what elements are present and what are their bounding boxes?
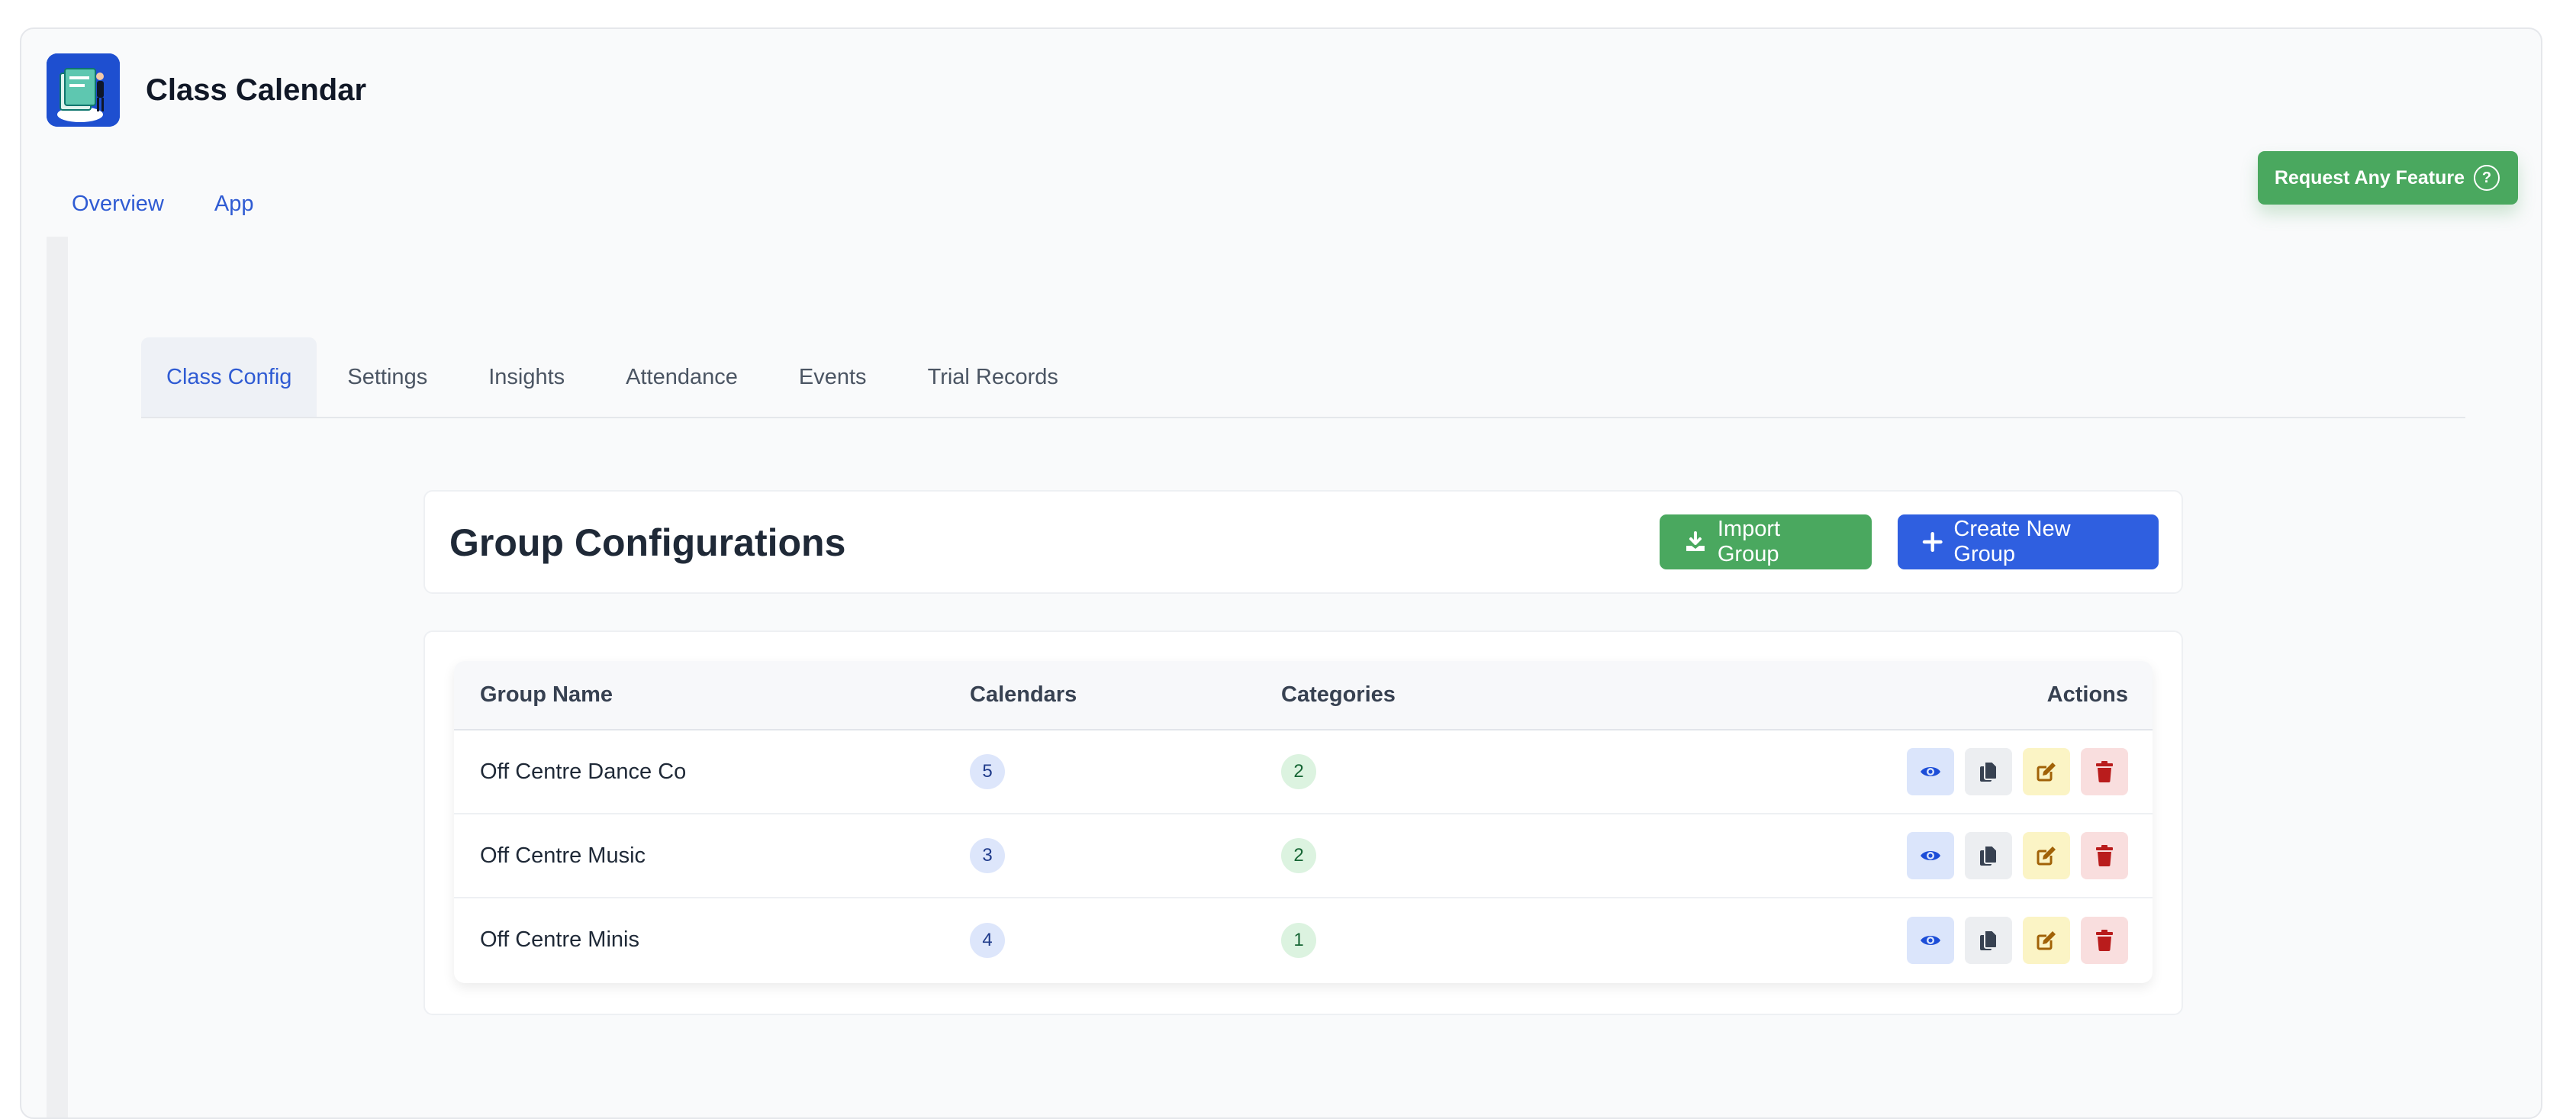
download-icon [1686,531,1705,551]
edit-icon [2037,763,2056,782]
request-feature-button[interactable]: Request Any Feature ? [2257,151,2518,205]
duplicate-button[interactable] [1965,916,2012,964]
edit-button[interactable] [2023,832,2070,879]
table-header-row: Group Name Calendars Categories Actions [454,661,2153,730]
tab-class-config[interactable]: Class Config [141,337,317,417]
group-name-cell: Off Centre Dance Co [480,759,687,784]
delete-button[interactable] [2081,916,2128,964]
app-header: Class Calendar [47,53,366,127]
edit-button[interactable] [2023,916,2070,964]
categories-count-badge: 1 [1281,922,1316,958]
calendars-count-badge: 4 [970,922,1005,958]
group-config-header: Group Configurations Import Group Create… [423,490,2183,594]
create-group-label: Create New Group [1953,517,2071,566]
header-actions: Actions [2046,682,2128,707]
table-row: Off Centre Minis 4 1 [454,898,2153,982]
eye-icon [1921,851,1940,860]
copy-icon [1980,929,1998,950]
tab-settings[interactable]: Settings [317,337,458,417]
tab-attendance[interactable]: Attendance [595,337,768,417]
row-actions [1907,748,2128,795]
trash-icon [2096,761,2113,782]
app-content: Class Config Settings Insights Attendanc… [47,237,2541,1117]
create-group-button[interactable]: Create New Group [1898,514,2159,569]
view-button[interactable] [1907,748,1954,795]
calendars-count-badge: 5 [970,754,1005,789]
groups-table-wrapper: Group Name Calendars Categories Actions … [454,661,2153,983]
view-button[interactable] [1907,832,1954,879]
table-row: Off Centre Music 3 2 [454,814,2153,898]
import-group-label: Import Group [1717,517,1781,566]
table-row: Off Centre Dance Co 5 2 [454,730,2153,814]
view-button[interactable] [1907,916,1954,964]
copy-icon [1980,761,1998,782]
trash-icon [2096,929,2113,951]
group-name-cell: Off Centre Minis [480,927,639,952]
groups-table: Group Name Calendars Categories Actions … [454,661,2153,982]
row-actions [1907,916,2128,964]
delete-button[interactable] [2081,832,2128,879]
tab-insights[interactable]: Insights [458,337,595,417]
app-logo [47,53,120,127]
row-actions [1907,832,2128,879]
groups-table-card: Group Name Calendars Categories Actions … [423,630,2183,1015]
calendars-count-badge: 3 [970,838,1005,873]
header-categories: Categories [1281,682,1396,707]
copy-icon [1980,845,1998,866]
import-group-button[interactable]: Import Group [1660,514,1872,569]
duplicate-button[interactable] [1965,748,2012,795]
tab-app[interactable]: App [188,192,279,240]
page-title: Group Configurations [449,521,846,564]
request-feature-label: Request Any Feature [2274,166,2465,189]
edit-icon [2037,847,2056,866]
categories-count-badge: 2 [1281,754,1316,789]
group-name-cell: Off Centre Music [480,843,646,868]
categories-count-badge: 2 [1281,838,1316,873]
tab-overview[interactable]: Overview [47,192,189,240]
plus-icon [1922,532,1943,552]
tab-events[interactable]: Events [768,337,897,417]
calendar-logo-icon [47,53,120,127]
edit-icon [2037,930,2056,950]
duplicate-button[interactable] [1965,832,2012,879]
app-title: Class Calendar [146,73,367,107]
eye-icon [1921,935,1940,945]
app-frame: Class Calendar Overview App Request Any … [20,27,2542,1119]
top-nav-tabs: Overview App [47,159,2519,240]
edit-button[interactable] [2023,748,2070,795]
config-tabs: Class Config Settings Insights Attendanc… [141,337,2465,418]
header-calendars: Calendars [970,682,1077,707]
trash-icon [2096,845,2113,866]
eye-icon [1921,767,1940,776]
delete-button[interactable] [2081,748,2128,795]
header-group-name: Group Name [480,682,613,707]
tab-trial-records[interactable]: Trial Records [897,337,1089,417]
question-circle-icon: ? [2474,165,2500,191]
